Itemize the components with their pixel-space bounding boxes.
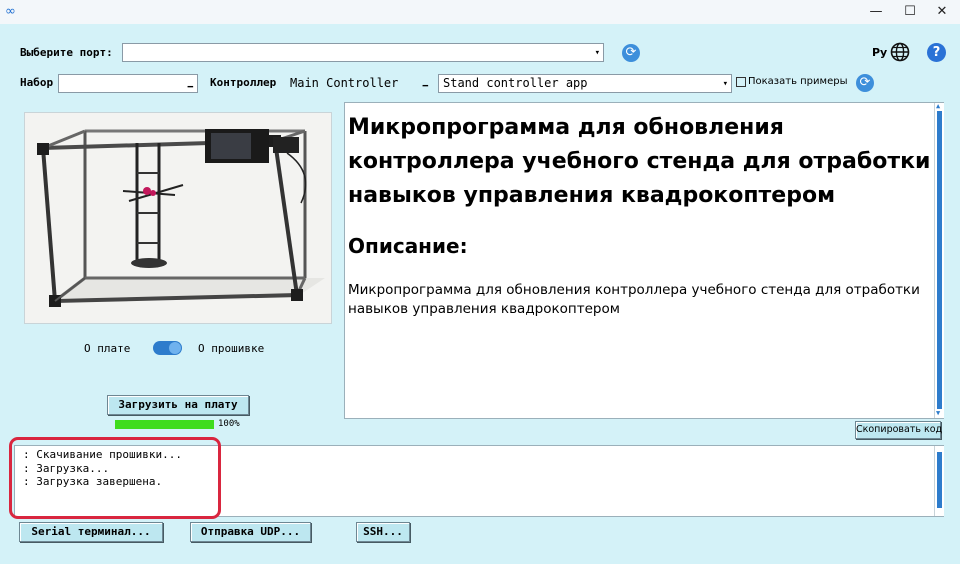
globe-icon[interactable] — [890, 42, 910, 62]
chevron-down-icon: ▾ — [722, 79, 728, 89]
chevron-down-icon: ▁ — [187, 78, 193, 88]
controller-label: Контроллер — [210, 76, 277, 89]
chevron-down-icon: ▾ — [594, 48, 600, 58]
description-body: Микропрограмма для обновления контроллер… — [348, 282, 920, 317]
serial-terminal-button[interactable]: Serial терминал... — [19, 522, 163, 542]
toggle-knob — [169, 342, 181, 354]
kit-label: Набор — [20, 76, 54, 89]
udp-send-button[interactable]: Отправка UDP... — [190, 522, 311, 542]
log-scrollbar[interactable] — [934, 446, 944, 516]
ssh-button[interactable]: SSH... — [356, 522, 410, 542]
upload-button[interactable]: Загрузить на плату — [107, 395, 249, 415]
port-label: Выберите порт: — [20, 46, 113, 59]
close-button[interactable]: ✕ — [926, 0, 958, 24]
controller-select[interactable]: Main Controller ▁ — [286, 74, 432, 93]
title-bar: ∞ — ☐ ✕ — [0, 0, 960, 24]
firmware-title: Микропрограмма для обновления контроллер… — [348, 115, 931, 208]
refresh-port-icon[interactable]: ⟳ — [622, 44, 640, 62]
app-value: Stand controller app — [443, 76, 588, 90]
show-examples-label[interactable]: Показать примеры — [748, 76, 847, 87]
about-firmware-label[interactable]: О прошивке — [198, 342, 264, 355]
log-highlight-box — [9, 437, 221, 519]
board-firmware-toggle[interactable] — [153, 341, 182, 355]
scroll-thumb[interactable] — [937, 111, 942, 409]
app-select[interactable]: Stand controller app ▾ — [438, 74, 732, 93]
progress-fill — [115, 420, 214, 429]
refresh-apps-icon[interactable]: ⟳ — [856, 74, 874, 92]
chevron-down-icon: ▁ — [422, 77, 428, 87]
copy-code-button[interactable]: Скопировать код — [855, 421, 942, 439]
help-icon[interactable]: ? — [927, 43, 946, 62]
port-select[interactable]: ▾ — [122, 43, 604, 62]
link-icon: ∞ — [5, 4, 16, 19]
upload-progress-bar — [115, 420, 214, 429]
description-heading: Описание: — [348, 234, 468, 258]
stand-illustration — [25, 113, 331, 323]
maximize-button[interactable]: ☐ — [894, 0, 926, 24]
controller-value: Main Controller — [290, 76, 399, 90]
progress-text: 100% — [218, 419, 240, 429]
language-label[interactable]: Ру — [872, 46, 887, 60]
scroll-thumb[interactable] — [937, 452, 942, 508]
about-board-label[interactable]: О плате — [84, 342, 130, 355]
description-scrollbar[interactable]: ▲ ▼ — [934, 103, 944, 418]
show-examples-checkbox[interactable] — [736, 77, 746, 87]
firmware-description-panel[interactable]: Микропрограмма для обновления контроллер… — [344, 102, 944, 419]
minimize-button[interactable]: — — [860, 0, 892, 24]
kit-select[interactable]: ▁ — [58, 74, 198, 93]
board-image — [24, 112, 332, 324]
